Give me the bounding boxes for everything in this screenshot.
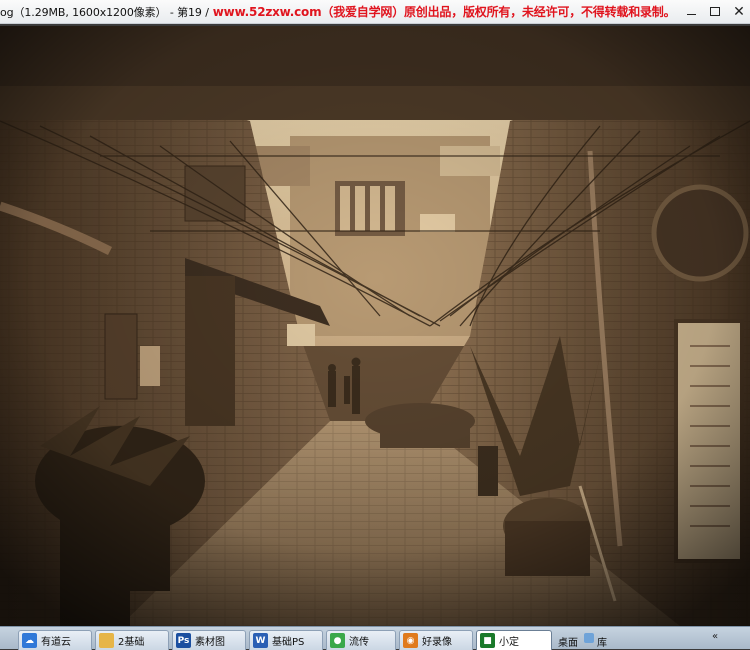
taskbar-item-green-app[interactable]: ● 流传 — [326, 630, 396, 650]
windows-taskbar: ☁ 有道云 2基础 Ps 素材图 W 基础PS ● 流传 ◉ 好录像 ■ 小定 … — [0, 626, 750, 650]
taskbar-item-label: 2基础 — [118, 637, 145, 648]
tray-expand-button[interactable]: « — [712, 631, 718, 642]
folder-icon — [99, 633, 114, 648]
maximize-icon — [710, 7, 720, 16]
taskbar-item-active-app[interactable]: ■ 小定 — [476, 630, 552, 650]
youdao-cloud-icon: ☁ — [22, 633, 37, 648]
taskbar-item-label: 小定 — [499, 637, 519, 648]
taskbar-item-label: 素材图 — [195, 637, 225, 648]
taskbar-item-folder[interactable]: 2基础 — [95, 630, 169, 650]
taskbar-item-recorder[interactable]: ◉ 好录像 — [399, 630, 473, 650]
photoshop-icon: Ps — [176, 633, 191, 648]
library-icon — [584, 633, 594, 643]
close-button[interactable]: ✕ — [729, 2, 749, 21]
sepia-alley-photo — [0, 26, 750, 626]
taskbar-item-photoshop[interactable]: Ps 素材图 — [172, 630, 246, 650]
close-icon: ✕ — [733, 3, 745, 20]
maximize-button[interactable] — [705, 2, 725, 21]
taskbar-item-label: 有道云 — [41, 637, 71, 648]
window-title-bar: og（1.29MB, 1600x1200像素） - 第19 / www.52zx… — [0, 0, 750, 24]
minimize-icon — [686, 14, 696, 15]
minimize-button[interactable] — [681, 2, 701, 21]
word-icon: W — [253, 633, 268, 648]
taskbar-item-label: 流传 — [349, 637, 369, 648]
image-viewer-canvas[interactable] — [0, 26, 750, 626]
window-title-watermark-banner: www.52zxw.com（我爱自学网）原创出品，版权所有，未经许可，不得转载和… — [212, 5, 676, 19]
terminal-icon: ■ — [480, 633, 495, 648]
desktop-toolbar-label[interactable]: 桌面 — [558, 634, 578, 649]
taskbar-item-label: 好录像 — [422, 637, 452, 648]
taskbar-item-youdao[interactable]: ☁ 有道云 — [18, 630, 92, 650]
taskbar-item-label: 基础PS — [272, 637, 305, 648]
green-app-icon: ● — [330, 633, 345, 648]
recorder-icon: ◉ — [403, 633, 418, 648]
taskbar-item-word[interactable]: W 基础PS — [249, 630, 323, 650]
window-title-file-info: og（1.29MB, 1600x1200像素） - 第19 / — [0, 5, 209, 19]
library-label[interactable]: 库 — [597, 634, 607, 649]
